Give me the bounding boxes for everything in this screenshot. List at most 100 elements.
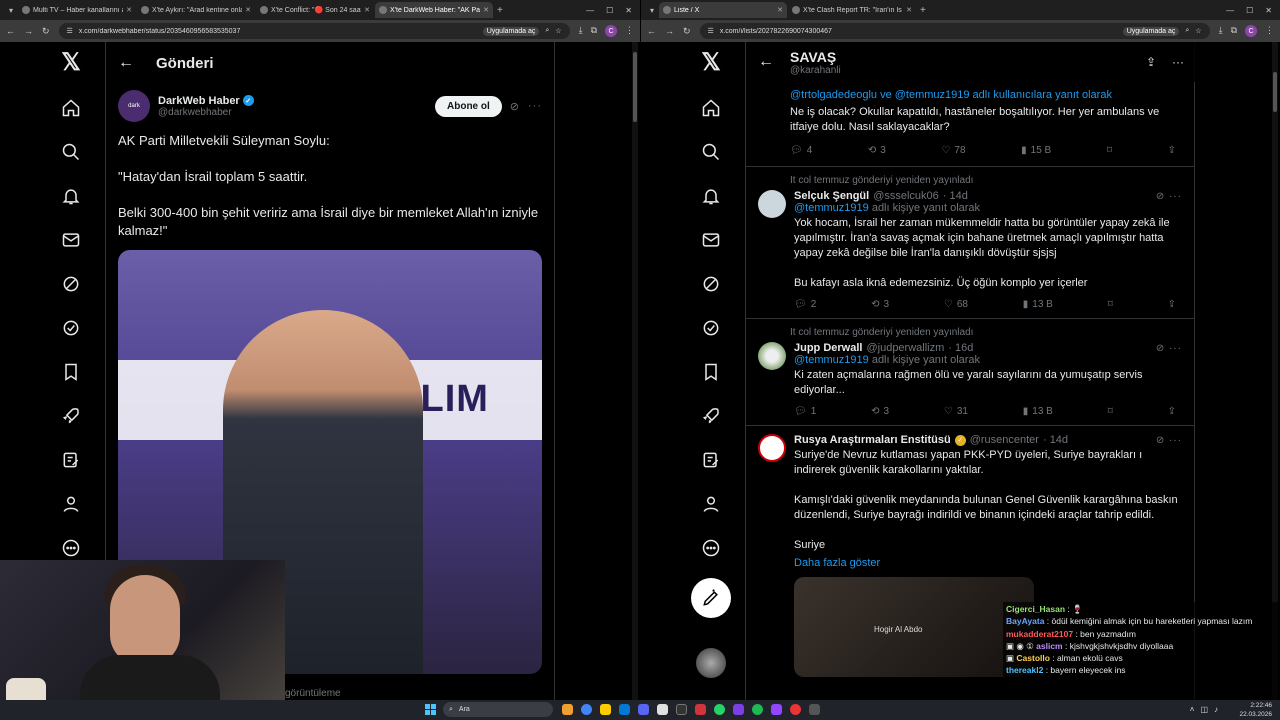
site-info-icon[interactable]: ☰ (67, 27, 73, 35)
more-icon[interactable]: ⊘ ··· (1156, 191, 1182, 202)
views-button[interactable]: ▮ 13 B (1023, 406, 1053, 417)
open-in-app-button[interactable]: Uygulamada aç (482, 26, 540, 36)
grok-icon[interactable] (51, 264, 91, 304)
timestamp[interactable]: · 16d (948, 342, 973, 354)
notifications-bell-icon[interactable] (51, 176, 91, 216)
browser-tab[interactable]: X'te Clash Report TR: "İran'ın İs ✕ (788, 2, 916, 18)
app-red-icon[interactable] (695, 704, 706, 715)
chrome-icon[interactable] (581, 704, 592, 715)
chevron-up-icon[interactable]: ˄ (1190, 705, 1195, 714)
author-name[interactable]: DarkWeb Haber (158, 95, 240, 107)
app-icon[interactable] (657, 704, 668, 715)
compose-list-icon[interactable] (51, 440, 91, 480)
extensions-icon[interactable]: ⧉ (1231, 25, 1237, 37)
profile-avatar[interactable]: C (1245, 25, 1257, 37)
avatar[interactable] (758, 342, 786, 370)
browser-tab[interactable]: X'te Aykırı: "Arad kentine onlar ✕ (137, 2, 255, 18)
rocket-icon[interactable] (51, 396, 91, 436)
avatar[interactable] (758, 190, 786, 218)
tweet-partial[interactable]: @trtolgadedeoglu ve @temmuz1919 adlı kul… (746, 82, 1194, 167)
avatar[interactable] (758, 434, 786, 462)
show-more-link[interactable]: Daha fazla göster (794, 557, 1182, 569)
compose-post-button[interactable] (691, 578, 731, 618)
url-field[interactable]: ☰ x.com/i/lists/2027822690074300467 Uygu… (699, 23, 1210, 39)
more-icon[interactable]: ··· (1172, 55, 1184, 69)
views-button[interactable]: ▮ 13 B (1023, 299, 1053, 310)
search-icon[interactable] (691, 132, 731, 172)
bookmark-icon[interactable]: ⌑ (1107, 143, 1112, 158)
zoom-icon[interactable]: ⌕ (545, 27, 549, 35)
verified-badge-icon[interactable] (691, 308, 731, 348)
edge-icon[interactable] (619, 704, 630, 715)
close-icon[interactable]: ✕ (777, 6, 783, 14)
compose-list-icon[interactable] (691, 440, 731, 480)
profile-avatar[interactable]: C (605, 25, 617, 37)
verified-badge-icon[interactable] (51, 308, 91, 348)
browser-menu-icon[interactable]: ⋮ (1265, 25, 1274, 37)
tab-menu-icon[interactable]: ▾ (645, 3, 659, 17)
forward-icon[interactable]: → (665, 26, 674, 36)
close-icon[interactable]: ✕ (245, 6, 251, 14)
download-icon[interactable]: ⤓ (1219, 25, 1223, 37)
messages-envelope-icon[interactable] (51, 220, 91, 260)
browser-tab[interactable]: X'te Conflict: "🔴 Son 24 saatte ✕ (256, 2, 374, 18)
home-icon[interactable] (51, 88, 91, 128)
rocket-icon[interactable] (691, 396, 731, 436)
bookmark-icon[interactable]: ⌑ (1108, 299, 1113, 310)
like-button[interactable]: ♡ 31 (944, 406, 968, 417)
minimize-icon[interactable]: — (1226, 6, 1234, 15)
scrollbar-thumb[interactable] (633, 52, 637, 122)
scrollbar-thumb[interactable] (1273, 72, 1277, 112)
bookmark-icon[interactable]: ⌑ (1108, 406, 1113, 417)
tweet-media[interactable]: Hogir Al Abdo (794, 577, 1034, 677)
terminal-icon[interactable] (676, 704, 687, 715)
obs-icon[interactable] (790, 704, 801, 715)
browser-menu-icon[interactable]: ⋮ (625, 25, 634, 37)
taskbar-search[interactable]: ⌕ Ara (443, 702, 553, 717)
more-icon[interactable]: ⊘ ··· (1156, 343, 1182, 354)
share-icon[interactable]: ⇪ (1168, 406, 1176, 417)
network-icon[interactable]: ◫ (1200, 705, 1208, 714)
browser-tab-active[interactable]: X'te DarkWeb Haber: "AK Parti ✕ (375, 2, 493, 18)
site-info-icon[interactable]: ☰ (708, 27, 714, 35)
grok-icon[interactable] (691, 264, 731, 304)
clock[interactable]: 2:22:46 22.03.2026 (1239, 701, 1272, 719)
app-gray-icon[interactable] (809, 704, 820, 715)
close-icon[interactable]: ✕ (906, 6, 912, 14)
views-button[interactable]: ▮ 15 B (1021, 143, 1051, 158)
avatar[interactable]: dark (118, 90, 150, 122)
like-button[interactable]: ♡ 78 (941, 143, 965, 158)
account-avatar[interactable] (696, 648, 726, 678)
author-name[interactable]: Jupp Derwall (794, 342, 862, 354)
more-icon[interactable]: ⊘ ··· (1156, 435, 1182, 446)
close-window-icon[interactable]: ✕ (1265, 6, 1272, 15)
messages-envelope-icon[interactable] (691, 220, 731, 260)
notifications-bell-icon[interactable] (691, 176, 731, 216)
timestamp[interactable]: · 14d (943, 190, 968, 202)
reload-icon[interactable]: ↻ (683, 26, 691, 37)
share-icon[interactable]: ⇪ (1168, 299, 1176, 310)
app-purple-icon[interactable] (733, 704, 744, 715)
mention-link[interactable]: @temmuz1919 (794, 202, 869, 214)
search-icon[interactable] (51, 132, 91, 172)
author-handle[interactable]: @ssselcuk06 (873, 190, 939, 202)
author-name[interactable]: Rusya Araştırmaları Enstitüsü (794, 434, 951, 446)
author-handle[interactable]: @darkwebhaber (158, 107, 254, 118)
file-explorer-icon[interactable] (562, 704, 573, 715)
maximize-icon[interactable]: ☐ (1246, 6, 1253, 15)
bookmark-star-icon[interactable]: ☆ (555, 27, 561, 35)
twitch-icon[interactable] (771, 704, 782, 715)
bookmarks-icon[interactable] (691, 352, 731, 392)
like-button[interactable]: ♡ 68 (944, 299, 968, 310)
more-icon[interactable]: ··· (528, 100, 542, 112)
close-icon[interactable]: ✕ (483, 6, 489, 14)
repost-button[interactable]: ⟲ 3 (871, 299, 889, 310)
x-logo-icon[interactable]: 𝕏 (51, 42, 91, 82)
author-name[interactable]: Selçuk Şengül (794, 190, 869, 202)
grok-small-icon[interactable]: ⊘ (510, 100, 520, 113)
back-icon[interactable]: ← (6, 26, 15, 36)
tweet-card[interactable]: It col temmuz gönderiyi yeniden yayınlad… (746, 167, 1194, 319)
timestamp[interactable]: · 14d (1043, 434, 1068, 446)
close-icon[interactable]: ✕ (126, 6, 132, 14)
reload-icon[interactable]: ↻ (42, 26, 50, 37)
